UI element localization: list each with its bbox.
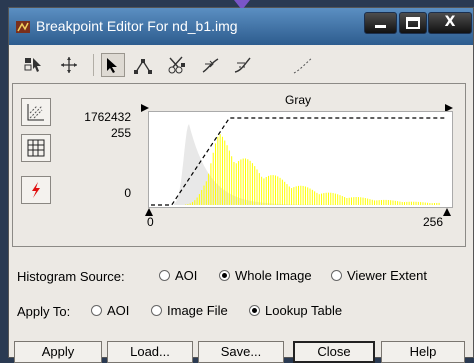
help-button[interactable]: Help bbox=[381, 341, 465, 363]
radio-dot bbox=[219, 270, 230, 281]
save-button[interactable]: Save... bbox=[198, 341, 284, 363]
dotted-curve-icon bbox=[293, 57, 313, 74]
radio-dot bbox=[159, 270, 170, 281]
histogram-svg[interactable] bbox=[149, 112, 452, 207]
select-area-icon bbox=[24, 58, 41, 72]
delete-breakpoint-tool[interactable] bbox=[165, 53, 189, 77]
y-tick-label: 255 bbox=[110, 126, 131, 140]
radio-dot bbox=[249, 305, 260, 316]
apply-to-label: Apply To: bbox=[17, 304, 71, 319]
load-button[interactable]: Load... bbox=[107, 341, 193, 363]
chart-options-button[interactable] bbox=[21, 98, 51, 126]
curve-icon-2 bbox=[234, 57, 251, 73]
dotted-curve-tool[interactable] bbox=[291, 53, 315, 77]
window-title: Breakpoint Editor For nd_b1.img bbox=[36, 18, 238, 34]
pointer-icon bbox=[107, 58, 117, 73]
min-marker bbox=[145, 208, 153, 216]
select-area-tool[interactable] bbox=[21, 53, 45, 77]
function-button[interactable] bbox=[21, 176, 51, 204]
close-window-button[interactable]: X bbox=[428, 12, 472, 34]
y-tick-label: 0 bbox=[124, 186, 131, 200]
x-tick-label: 0 bbox=[147, 215, 154, 229]
pan-tool[interactable] bbox=[57, 53, 81, 77]
minimize-button[interactable] bbox=[364, 12, 397, 34]
app-icon bbox=[16, 21, 30, 33]
function-icon bbox=[32, 182, 40, 198]
close-button[interactable]: Close bbox=[293, 341, 375, 363]
toolbar bbox=[9, 45, 473, 83]
delete-breakpoint-icon bbox=[168, 56, 185, 74]
pan-icon bbox=[61, 57, 77, 73]
source-aoi-radio[interactable]: AOI bbox=[159, 268, 197, 283]
breakpoint-editor-window: Breakpoint Editor For nd_b1.img X 176243… bbox=[8, 0, 474, 363]
apply-lookup-table-radio[interactable]: Lookup Table bbox=[249, 303, 342, 318]
radio-dot bbox=[151, 305, 162, 316]
x-tick-label: 256 bbox=[423, 215, 444, 229]
y-tick-label: 1762432 bbox=[84, 110, 131, 124]
curve-icon-1 bbox=[202, 58, 219, 73]
min-marker bbox=[443, 208, 451, 216]
apply-button[interactable]: Apply bbox=[14, 341, 102, 363]
radio-dot bbox=[91, 305, 102, 316]
radio-dot bbox=[331, 270, 342, 281]
source-whole-image-radio[interactable]: Whole Image bbox=[219, 268, 312, 283]
add-breakpoint-tool[interactable] bbox=[131, 53, 155, 77]
title-bar[interactable]: Breakpoint Editor For nd_b1.img X bbox=[9, 8, 473, 45]
curve-tool-1[interactable] bbox=[199, 53, 223, 77]
table-button[interactable] bbox=[21, 134, 51, 162]
table-icon bbox=[27, 139, 45, 157]
maximize-button[interactable] bbox=[399, 12, 427, 34]
source-viewer-extent-radio[interactable]: Viewer Extent bbox=[331, 268, 427, 283]
apply-image-file-radio[interactable]: Image File bbox=[151, 303, 228, 318]
histogram-source-label: Histogram Source: bbox=[17, 269, 125, 284]
close-icon: X bbox=[444, 14, 456, 30]
curve-tool-2[interactable] bbox=[231, 53, 255, 77]
pointer-tool[interactable] bbox=[101, 53, 125, 77]
apply-aoi-radio[interactable]: AOI bbox=[91, 303, 129, 318]
toolbar-separator bbox=[93, 54, 94, 76]
chart-options-icon bbox=[27, 104, 44, 121]
histogram-plot[interactable] bbox=[148, 111, 453, 208]
add-breakpoint-icon bbox=[134, 59, 152, 74]
